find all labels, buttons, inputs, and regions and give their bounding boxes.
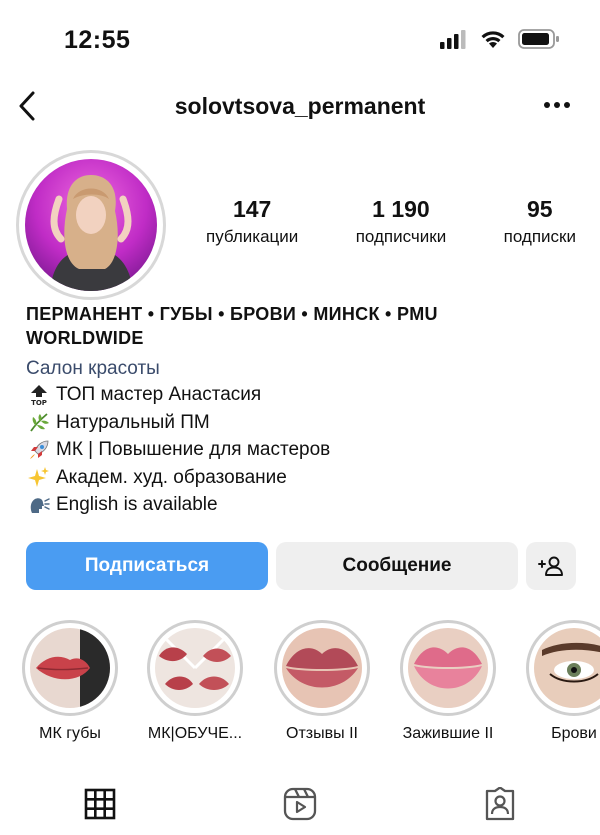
tab-reels[interactable] bbox=[280, 784, 320, 824]
stat-label: подписчики bbox=[355, 227, 447, 246]
stat-label: подписки bbox=[503, 227, 576, 246]
profile-name-line: ПЕРМАНЕНТ • ГУБЫ • БРОВИ • МИНСК • PMU bbox=[26, 304, 438, 324]
cellular-signal-icon bbox=[440, 30, 466, 49]
profile-stats: 147 публикации 1 190 подписчики 95 подпи… bbox=[206, 196, 576, 247]
stat-label: публикации bbox=[206, 227, 299, 246]
highlight-label: МК|ОБУЧЕ... bbox=[147, 725, 243, 742]
highlight-item[interactable]: Брови bbox=[524, 620, 600, 743]
top-arrow-icon: TOP bbox=[26, 384, 52, 406]
status-icons bbox=[440, 28, 560, 50]
rocket-icon bbox=[26, 439, 52, 461]
stat-value: 1 190 bbox=[372, 196, 430, 222]
more-dots-icon bbox=[544, 102, 570, 108]
svg-text:TOP: TOP bbox=[31, 399, 47, 406]
highlight-ring bbox=[147, 620, 243, 716]
reels-icon bbox=[283, 787, 317, 821]
tab-posts-grid[interactable] bbox=[80, 784, 120, 824]
highlight-cover bbox=[408, 628, 488, 708]
highlight-ring bbox=[526, 620, 600, 716]
highlight-cover bbox=[282, 628, 362, 708]
highlight-item[interactable]: Отзывы II bbox=[272, 620, 372, 743]
profile-avatar[interactable] bbox=[16, 150, 166, 300]
bio-line: English is available bbox=[26, 491, 586, 519]
stat-following[interactable]: 95 подписки bbox=[504, 196, 576, 247]
status-time: 12:55 bbox=[64, 26, 131, 54]
stat-value: 95 bbox=[527, 196, 553, 222]
profile-category[interactable]: Салон красоты bbox=[26, 357, 586, 381]
bio-line-text: Натуральный ПМ bbox=[56, 411, 210, 433]
highlight-item[interactable]: МК|ОБУЧЕ... bbox=[145, 620, 245, 743]
story-highlights: МК губы МК|ОБУЧЕ... Отзывы II Зажившие I… bbox=[0, 620, 600, 750]
grid-icon bbox=[84, 788, 116, 820]
bio-line: TOP ТОП мастер Анастасия bbox=[26, 381, 586, 409]
highlight-item[interactable]: Зажившие II bbox=[398, 620, 498, 743]
follow-button[interactable]: Подписаться bbox=[26, 542, 268, 590]
bio-line-text: МК | Повышение для мастеров bbox=[56, 439, 331, 460]
bio-line: МК | Повышение для мастеров bbox=[26, 436, 586, 464]
profile-header: solovtsova_permanent bbox=[0, 82, 600, 130]
herb-icon bbox=[26, 411, 52, 433]
profile-tabs bbox=[0, 770, 600, 835]
profile-username: solovtsova_permanent bbox=[174, 93, 426, 119]
tagged-user-icon bbox=[485, 787, 515, 821]
sparkles-icon bbox=[26, 466, 52, 488]
highlight-ring bbox=[274, 620, 370, 716]
bio-line-text: ТОП мастер Анастасия bbox=[56, 384, 262, 405]
bio-line-text: English is available bbox=[56, 494, 218, 515]
highlight-ring bbox=[22, 620, 118, 716]
bio-line: Натуральный ПМ bbox=[26, 409, 586, 437]
avatar bbox=[25, 159, 157, 291]
stat-value: 147 bbox=[232, 196, 272, 222]
status-bar: 12:55 bbox=[0, 0, 600, 80]
tab-tagged[interactable] bbox=[480, 784, 520, 824]
add-user-icon bbox=[538, 556, 563, 576]
highlight-label: Отзывы II bbox=[286, 725, 358, 742]
stat-posts[interactable]: 147 публикации bbox=[206, 196, 298, 247]
battery-icon bbox=[518, 29, 559, 49]
message-button[interactable]: Сообщение bbox=[276, 542, 518, 590]
speaking-head-icon bbox=[26, 494, 52, 516]
highlight-item[interactable]: МК губы bbox=[20, 620, 120, 743]
profile-actions: Подписаться Сообщение bbox=[26, 542, 576, 590]
highlight-cover bbox=[534, 628, 600, 708]
highlight-cover bbox=[155, 628, 235, 708]
more-options-button[interactable] bbox=[542, 92, 572, 118]
profile-bio: ПЕРМАНЕНТ • ГУБЫ • БРОВИ • МИНСК • PMU W… bbox=[26, 302, 586, 519]
highlight-label: МК губы bbox=[39, 725, 101, 742]
highlight-cover bbox=[30, 628, 110, 708]
highlight-label: Брови bbox=[551, 725, 597, 742]
stat-followers[interactable]: 1 190 подписчики bbox=[356, 196, 447, 247]
bio-line-text: Академ. худ. образование bbox=[56, 466, 287, 488]
profile-name-line: WORLDWIDE bbox=[26, 328, 144, 348]
highlight-ring bbox=[400, 620, 496, 716]
suggest-users-button[interactable] bbox=[526, 542, 576, 590]
highlight-label: Зажившие II bbox=[402, 725, 494, 742]
wifi-icon bbox=[481, 31, 505, 48]
profile-name: ПЕРМАНЕНТ • ГУБЫ • БРОВИ • МИНСК • PMU W… bbox=[26, 302, 586, 350]
bio-line: Академ. худ. образование bbox=[26, 464, 586, 492]
